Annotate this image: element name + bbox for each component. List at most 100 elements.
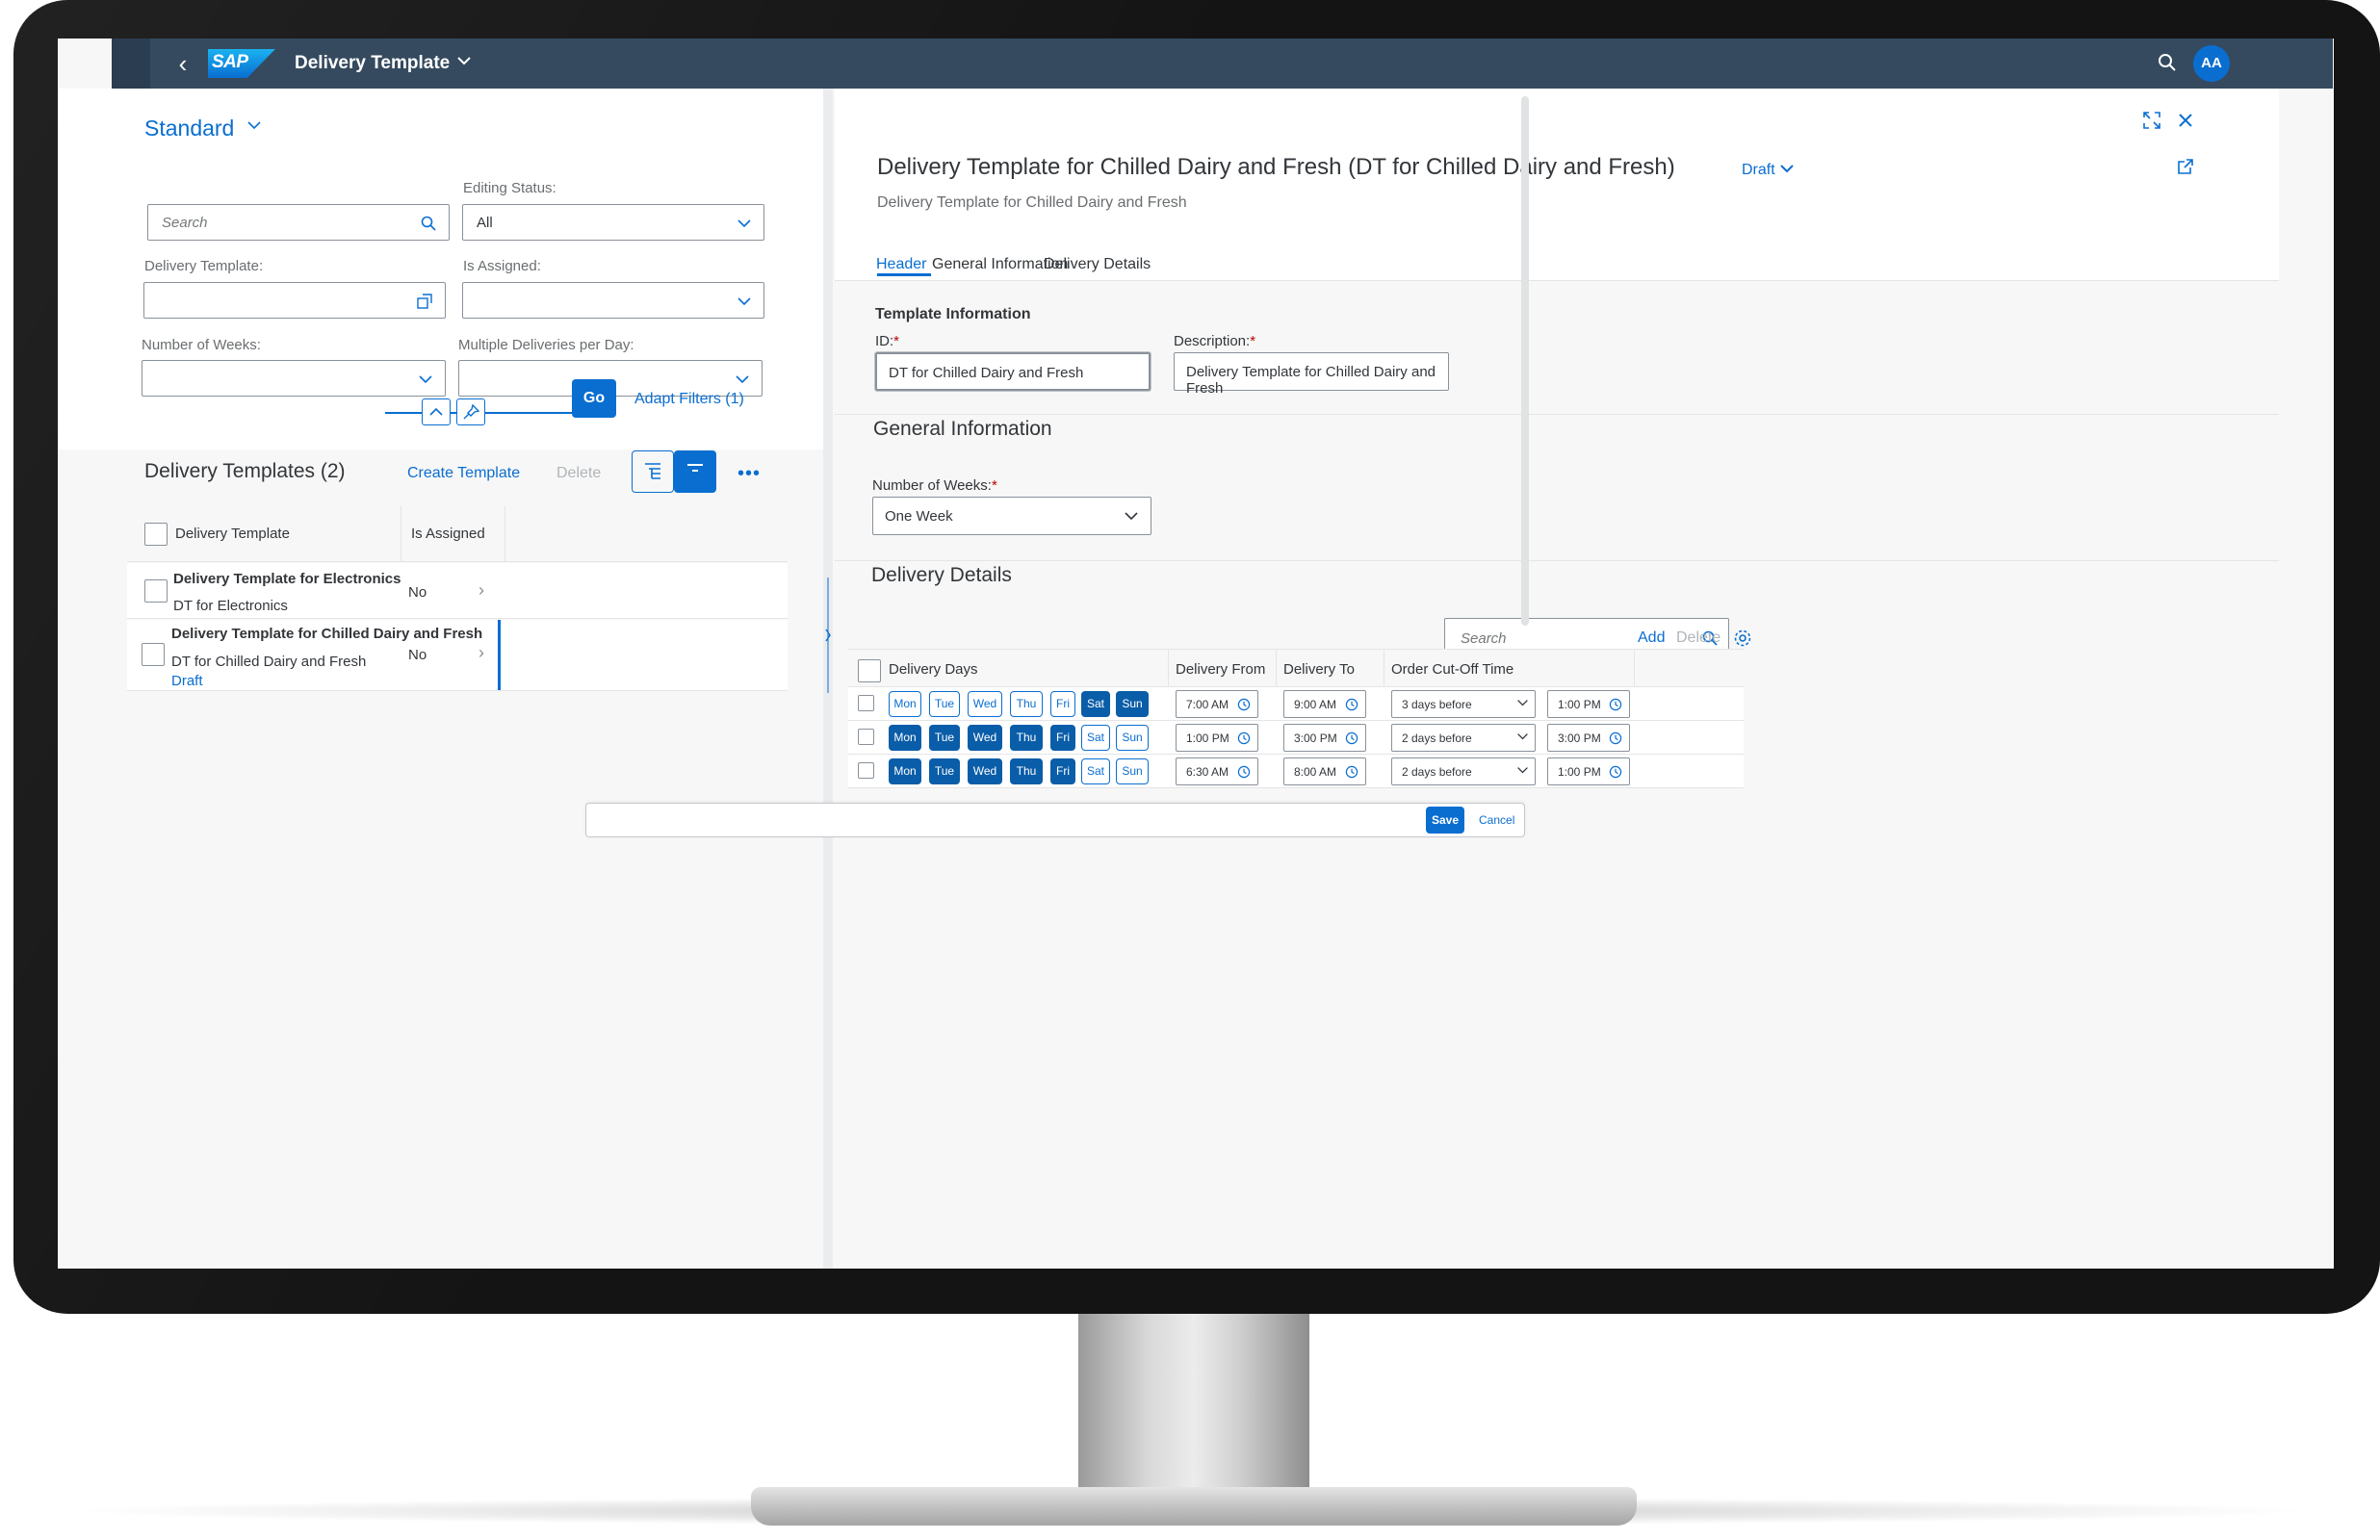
day-toggle-fri[interactable]: Fri (1050, 691, 1075, 717)
list-view-toggle[interactable] (674, 450, 716, 493)
row-checkbox[interactable] (858, 695, 874, 711)
vertical-scrollbar[interactable] (1521, 96, 1529, 626)
delivery-from-input[interactable]: 1:00 PM (1176, 724, 1258, 752)
chevron-down-icon[interactable] (1516, 764, 1529, 778)
time-picker-icon[interactable] (1608, 764, 1623, 783)
cutoff-days-select[interactable]: 3 days before (1391, 690, 1536, 718)
chevron-down-icon[interactable] (1516, 697, 1529, 710)
column-delivery-days[interactable]: Delivery Days (889, 661, 978, 678)
day-toggle-sat[interactable]: Sat (1081, 691, 1110, 717)
cutoff-time-input[interactable]: 1:00 PM (1547, 757, 1630, 785)
variant-selector[interactable]: Standard (144, 116, 234, 141)
day-toggle-sat[interactable]: Sat (1081, 758, 1110, 784)
time-picker-icon[interactable] (1608, 697, 1623, 715)
time-picker-icon[interactable] (1344, 697, 1359, 715)
tab-header[interactable]: Header (876, 256, 926, 273)
list-row-chilled-dairy[interactable]: Delivery Template for Chilled Dairy and … (127, 620, 788, 691)
save-button[interactable]: Save (1426, 807, 1464, 834)
time-picker-icon[interactable] (1344, 764, 1359, 783)
delivery-from-input[interactable]: 6:30 AM (1176, 757, 1258, 785)
collapse-header-button[interactable] (422, 398, 451, 425)
share-icon[interactable] (2175, 156, 2196, 177)
time-picker-icon[interactable] (1344, 731, 1359, 749)
day-toggle-thu[interactable]: Thu (1010, 691, 1043, 717)
day-toggle-mon[interactable]: Mon (889, 691, 921, 717)
day-toggle-sun[interactable]: Sun (1116, 691, 1149, 717)
variant-chevron-down-icon[interactable] (246, 119, 262, 131)
day-toggle-fri[interactable]: Fri (1050, 725, 1075, 751)
cutoff-days-select[interactable]: 2 days before (1391, 757, 1536, 785)
row-checkbox[interactable] (144, 579, 168, 603)
day-toggle-thu[interactable]: Thu (1010, 725, 1043, 751)
day-toggle-wed[interactable]: Wed (968, 725, 1002, 751)
row-navigation-arrow-icon[interactable]: › (479, 580, 484, 601)
row-checkbox[interactable] (858, 729, 874, 745)
row-checkbox[interactable] (858, 762, 874, 779)
cutoff-days-select[interactable]: 2 days before (1391, 724, 1536, 752)
back-icon[interactable]: ‹ (171, 50, 194, 77)
close-icon[interactable] (2175, 110, 2196, 131)
delete-delivery-button[interactable]: Delete (1676, 629, 1720, 647)
list-row-electronics[interactable]: Delivery Template for Electronics DT for… (127, 563, 788, 619)
column-delivery-from[interactable]: Delivery From (1176, 661, 1265, 678)
select-all-checkbox[interactable] (144, 523, 168, 546)
delivery-template-input[interactable] (143, 282, 446, 319)
day-toggle-thu[interactable]: Thu (1010, 758, 1043, 784)
time-picker-icon[interactable] (1236, 697, 1252, 715)
add-delivery-button[interactable]: Add (1638, 629, 1665, 647)
delivery-row[interactable]: Mon Tue Wed Thu Fri Sat Sun 1:00 PM 3:00 PM 2 day… (848, 721, 1744, 755)
shell-search-icon[interactable] (2157, 52, 2178, 73)
delivery-to-input[interactable]: 8:00 AM (1283, 757, 1366, 785)
column-delivery-to[interactable]: Delivery To (1283, 661, 1355, 678)
tab-delivery-details[interactable]: Delivery Details (1044, 256, 1151, 273)
more-actions-button[interactable]: ••• (737, 463, 761, 485)
day-toggle-tue[interactable]: Tue (929, 725, 960, 751)
delivery-to-input[interactable]: 3:00 PM (1283, 724, 1366, 752)
delivery-row[interactable]: Mon Tue Wed Thu Fri Sat Sun 6:30 AM 8:00 AM 2 day… (848, 755, 1744, 788)
delivery-from-input[interactable]: 7:00 AM (1176, 690, 1258, 718)
cutoff-time-input[interactable]: 1:00 PM (1547, 690, 1630, 718)
column-order-cutoff[interactable]: Order Cut-Off Time (1391, 661, 1513, 678)
column-is-assigned[interactable]: Is Assigned (411, 526, 485, 542)
list-delete-button[interactable]: Delete (556, 465, 601, 482)
is-assigned-select[interactable] (462, 282, 764, 319)
adapt-filters-link[interactable]: Adapt Filters (1) (634, 391, 744, 408)
number-of-weeks-select[interactable] (142, 360, 446, 397)
cutoff-time-input[interactable]: 3:00 PM (1547, 724, 1630, 752)
day-toggle-tue[interactable]: Tue (929, 758, 960, 784)
fullscreen-icon[interactable] (2141, 110, 2162, 131)
settings-gear-icon[interactable] (1732, 628, 1753, 649)
column-delivery-template[interactable]: Delivery Template (175, 526, 290, 542)
row-checkbox[interactable] (142, 643, 165, 666)
editing-status-select[interactable]: All (462, 204, 764, 241)
value-help-icon[interactable] (416, 293, 433, 310)
pin-header-button[interactable] (456, 398, 485, 425)
draft-status-button[interactable]: Draft (1742, 162, 1795, 179)
day-toggle-wed[interactable]: Wed (968, 691, 1002, 717)
day-toggle-sun[interactable]: Sun (1116, 758, 1149, 784)
delivery-row[interactable]: Mon Tue Wed Thu Fri Sat Sun 7:00 AM 9:00 AM 3 day… (848, 687, 1744, 721)
day-toggle-fri[interactable]: Fri (1050, 758, 1075, 784)
day-toggle-sat[interactable]: Sat (1081, 725, 1110, 751)
row-navigation-arrow-icon[interactable]: › (479, 643, 484, 663)
splitter-arrow-icon[interactable] (823, 578, 833, 693)
day-toggle-mon[interactable]: Mon (889, 758, 921, 784)
description-input[interactable]: Delivery Template for Chilled Dairy and … (1174, 352, 1449, 397)
delivery-to-input[interactable]: 9:00 AM (1283, 690, 1366, 718)
search-field[interactable]: Search (147, 204, 450, 241)
app-title-chevron-down-icon[interactable] (456, 55, 472, 66)
day-toggle-tue[interactable]: Tue (929, 691, 960, 717)
id-input[interactable]: DT for Chilled Dairy and Fresh (874, 351, 1151, 392)
search-icon[interactable] (420, 215, 437, 232)
user-avatar[interactable]: AA (2193, 45, 2230, 82)
time-picker-icon[interactable] (1236, 731, 1252, 749)
time-picker-icon[interactable] (1236, 764, 1252, 783)
create-template-button[interactable]: Create Template (407, 465, 520, 482)
time-picker-icon[interactable] (1608, 731, 1623, 749)
hierarchy-view-toggle[interactable] (632, 450, 674, 493)
select-all-checkbox[interactable] (858, 659, 881, 682)
day-toggle-wed[interactable]: Wed (968, 758, 1002, 784)
app-title[interactable]: Delivery Template (295, 53, 450, 74)
day-toggle-sun[interactable]: Sun (1116, 725, 1149, 751)
chevron-down-icon[interactable] (1516, 731, 1529, 744)
